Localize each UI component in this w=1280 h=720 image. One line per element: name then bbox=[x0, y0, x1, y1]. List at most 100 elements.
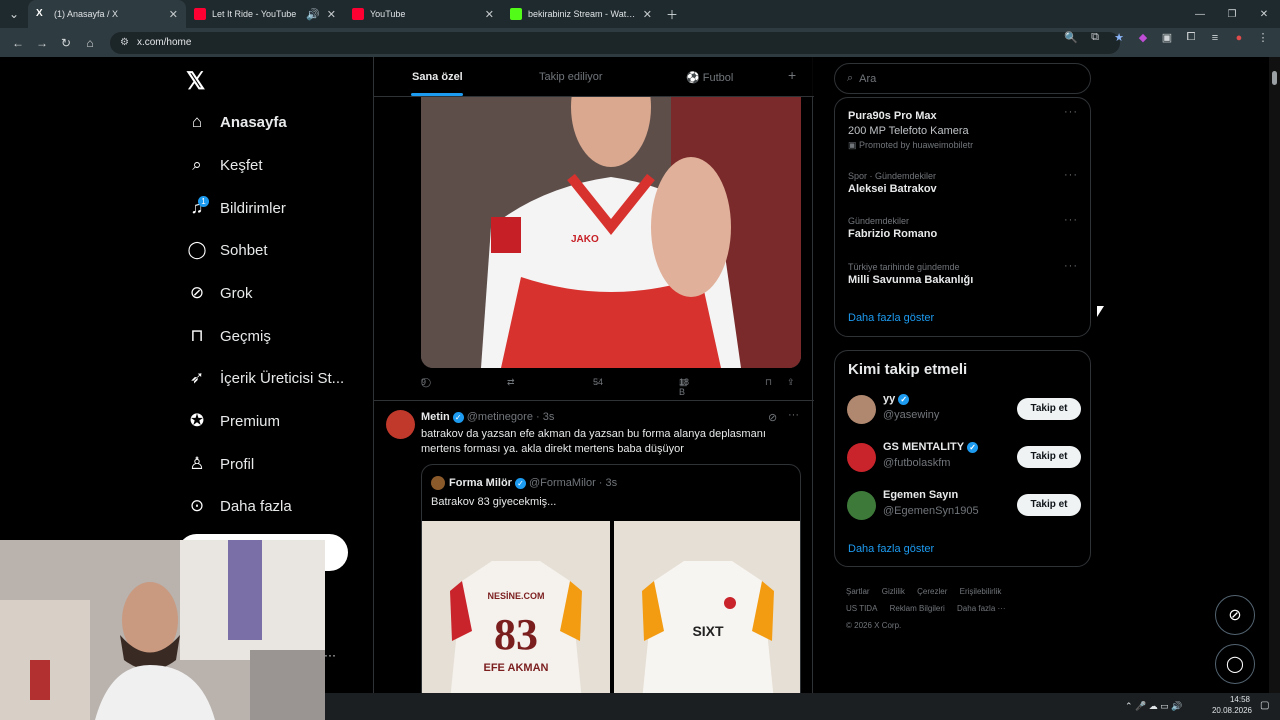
follow-button[interactable]: Takip et bbox=[1017, 398, 1081, 420]
timeline-tabs: Sana özel Takip ediliyor ⚽ Futbol + bbox=[374, 57, 814, 97]
extension-icon[interactable]: ▣ bbox=[1158, 31, 1176, 44]
home-button-icon[interactable]: ⌂ bbox=[78, 36, 102, 50]
nav-profile[interactable]: ♙ Profil bbox=[186, 449, 254, 479]
browser-tab-youtube-letitride[interactable]: Let It Ride - YouTube 🔊 ✕ bbox=[186, 0, 344, 28]
footer-link[interactable]: US TIDA bbox=[846, 604, 877, 613]
quoted-post[interactable]: Forma Milör ✓ @FormaMilor · 3s Batrakov 83… bbox=[421, 464, 801, 704]
post-more-icon[interactable]: ··· bbox=[788, 409, 799, 421]
address-bar[interactable]: ⚙ x.com/home bbox=[110, 31, 1120, 54]
avatar[interactable] bbox=[386, 410, 415, 439]
close-tab-icon[interactable]: ✕ bbox=[169, 8, 178, 21]
follow-suggestion[interactable]: Egemen Sayın @EgemenSyn1905 Takip et bbox=[847, 489, 1081, 523]
tab-label: YouTube bbox=[370, 9, 406, 19]
zoom-icon[interactable]: 🔍 bbox=[1062, 31, 1080, 44]
window-close-icon[interactable]: ✕ bbox=[1248, 9, 1280, 20]
add-tab-icon[interactable]: + bbox=[788, 67, 796, 83]
footer-link[interactable]: Şartlar bbox=[846, 587, 870, 596]
tab-for-you[interactable]: Sana özel bbox=[412, 71, 463, 83]
trend-more-icon[interactable]: ··· bbox=[1064, 260, 1078, 272]
trend-title: Aleksei Batrakov bbox=[848, 183, 937, 195]
back-icon[interactable]: ← bbox=[6, 36, 30, 50]
post-header: Metin ✓ @metinegore · 3s bbox=[421, 411, 554, 423]
jersey-front-graphic: SIXT bbox=[614, 521, 800, 701]
install-icon[interactable]: ⧉ bbox=[1086, 31, 1104, 44]
avatar[interactable] bbox=[847, 443, 876, 472]
nav-chat[interactable]: ◯ Sohbet bbox=[186, 235, 267, 265]
post-image[interactable]: JAKO bbox=[421, 97, 801, 368]
nav-premium[interactable]: ✪ Premium bbox=[186, 406, 280, 436]
post-time[interactable]: · 3s bbox=[536, 411, 554, 423]
verified-badge-icon: ✓ bbox=[967, 441, 979, 453]
browser-tab-kick[interactable]: bekirabiniz Stream - Watch Live ✕ bbox=[502, 0, 660, 28]
trend-more-icon[interactable]: ··· bbox=[1064, 106, 1078, 118]
quote-image-front[interactable]: SIXT bbox=[614, 521, 800, 701]
reload-icon[interactable]: ↻ bbox=[54, 36, 78, 50]
grok-explain-icon[interactable]: ⊘ bbox=[768, 411, 777, 424]
footer-link[interactable]: Erişilebilirlik bbox=[960, 587, 1002, 596]
nav-creator-studio[interactable]: ➶ İçerik Üreticisi St... bbox=[186, 363, 344, 393]
footer-link[interactable]: Reklam Bilgileri bbox=[890, 604, 945, 613]
nav-label: Daha fazla bbox=[220, 497, 292, 515]
search-input[interactable]: ⌕ Ara bbox=[834, 63, 1091, 94]
reading-list-icon[interactable]: ≡ bbox=[1206, 32, 1224, 44]
browser-tab-youtube[interactable]: YouTube ✕ bbox=[344, 0, 502, 28]
follow-show-more[interactable]: Daha fazla göster bbox=[848, 543, 934, 555]
clock-time[interactable]: 14:58 bbox=[1210, 695, 1250, 704]
tab-following[interactable]: Takip ediliyor bbox=[539, 71, 603, 83]
x-logo-icon[interactable]: 𝕏 bbox=[186, 67, 205, 96]
tab-football[interactable]: ⚽ Futbol bbox=[686, 71, 733, 84]
trends-show-more[interactable]: Daha fazla göster bbox=[848, 312, 934, 324]
url-text: x.com/home bbox=[136, 37, 192, 48]
restore-icon[interactable]: ❐ bbox=[1216, 9, 1248, 20]
trend-item[interactable]: Gündemdekiler Fabrizio Romano ··· bbox=[848, 214, 1078, 240]
quote-image-back[interactable]: NESİNE.COM 83 EFE AKMAN bbox=[422, 521, 610, 701]
footer-link[interactable]: Çerezler bbox=[917, 587, 947, 596]
nav-bookmarks[interactable]: ⊓ Geçmiş bbox=[186, 321, 270, 351]
messages-fab[interactable]: ◯ bbox=[1215, 644, 1255, 684]
author-handle[interactable]: @metinegore bbox=[467, 411, 533, 423]
audio-icon[interactable]: 🔊 bbox=[306, 8, 320, 21]
nav-more[interactable]: ⊙ Daha fazla bbox=[186, 491, 292, 521]
new-tab-icon[interactable]: ＋ bbox=[660, 6, 684, 23]
browser-tab-x[interactable]: X (1) Anasayfa / X ✕ bbox=[28, 0, 186, 28]
close-tab-icon[interactable]: ✕ bbox=[643, 8, 652, 21]
page-scrollbar[interactable] bbox=[1269, 57, 1280, 693]
site-info-icon[interactable]: ⚙ bbox=[120, 37, 129, 48]
nav-grok[interactable]: ⊘ Grok bbox=[186, 278, 253, 308]
extension-icon[interactable]: ◆ bbox=[1134, 31, 1152, 44]
profile-avatar-icon[interactable]: ● bbox=[1230, 32, 1248, 44]
close-tab-icon[interactable]: ✕ bbox=[485, 8, 494, 21]
close-tab-icon[interactable]: ✕ bbox=[327, 8, 336, 21]
tab-search-icon[interactable]: ⌄ bbox=[0, 7, 28, 21]
grok-fab[interactable]: ⊘ bbox=[1215, 595, 1255, 635]
footer-link[interactable]: Daha fazla ··· bbox=[957, 604, 1005, 613]
tray-icons[interactable]: ⌃ 🎤 ☁ ▭ 🔊 bbox=[1125, 701, 1182, 712]
trend-more-icon[interactable]: ··· bbox=[1064, 169, 1078, 181]
browser-menu-icon[interactable]: ⋮ bbox=[1254, 31, 1272, 44]
follow-suggestion[interactable]: yy ✓ @yasewiny Takip et bbox=[847, 393, 1081, 427]
follow-suggestion[interactable]: GS MENTALITY ✓ @futbolaskfm Takip et bbox=[847, 441, 1081, 475]
footer-link[interactable]: Gizlilik bbox=[882, 587, 905, 596]
trend-item[interactable]: Türkiye tarihinde gündemde Milli Savunma… bbox=[848, 260, 1078, 286]
minimize-icon[interactable]: — bbox=[1184, 9, 1216, 20]
nav-home[interactable]: ⌂ Anasayfa bbox=[186, 107, 287, 137]
football-icon: ⚽ bbox=[686, 72, 703, 84]
trend-more-icon[interactable]: ··· bbox=[1064, 214, 1078, 226]
nav-notifications[interactable]: ♫ 1 Bildirimler bbox=[186, 193, 286, 223]
follow-button[interactable]: Takip et bbox=[1017, 446, 1081, 468]
trend-item[interactable]: Pura90s Pro Max 200 MP Telefoto Kamera ▣… bbox=[848, 106, 1078, 151]
nav-explore[interactable]: ⌕ Keşfet bbox=[186, 150, 262, 180]
scrollbar-thumb[interactable] bbox=[1272, 71, 1277, 85]
clock-date[interactable]: 20.08.2026 bbox=[1202, 706, 1252, 715]
follow-button[interactable]: Takip et bbox=[1017, 494, 1081, 516]
avatar[interactable] bbox=[847, 491, 876, 520]
avatar[interactable] bbox=[847, 395, 876, 424]
extensions-puzzle-icon[interactable]: ⧠ bbox=[1182, 31, 1200, 44]
author-name[interactable]: Metin bbox=[421, 411, 450, 423]
account-more-icon[interactable]: ··· bbox=[324, 648, 336, 662]
bookmark-star-icon[interactable]: ★ bbox=[1110, 31, 1128, 44]
notification-center-icon[interactable]: ▢ bbox=[1260, 700, 1269, 711]
trend-item[interactable]: Spor · Gündemdekiler Aleksei Batrakov ··… bbox=[848, 169, 1078, 195]
forward-icon[interactable]: → bbox=[30, 36, 54, 50]
nav-label: Premium bbox=[220, 412, 281, 430]
